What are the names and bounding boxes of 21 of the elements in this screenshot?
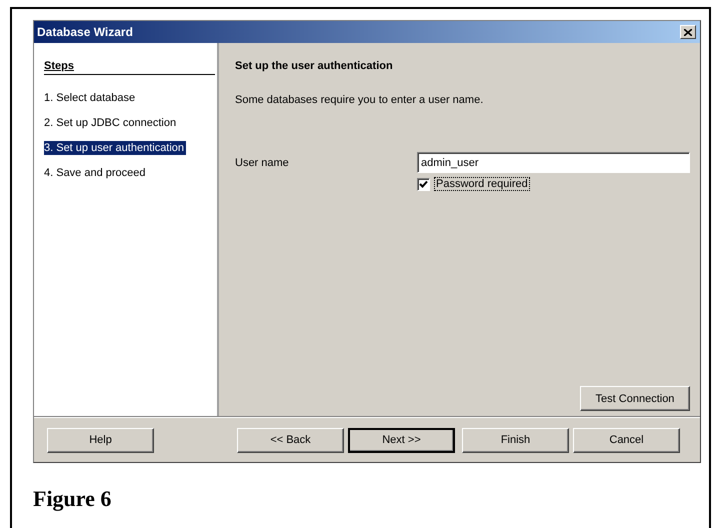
step-item[interactable]: 4. Save and proceed <box>44 166 148 180</box>
dialog-button[interactable]: Next >> <box>348 428 455 452</box>
close-icon <box>684 28 692 36</box>
page-heading: Set up the user authentication <box>235 60 394 72</box>
test-connection-button[interactable]: Test Connection <box>580 386 690 411</box>
checkbox[interactable] <box>417 178 430 190</box>
page-description: Some databases require you to enter a user name. <box>235 94 484 106</box>
window-title: Database Wizard <box>37 25 133 39</box>
step-item[interactable]: 3. Set up user authentication <box>44 141 186 155</box>
dialog-button[interactable]: << Back <box>237 428 344 452</box>
dialog-button[interactable]: Help <box>47 428 154 452</box>
step-item[interactable]: 1. Select database <box>44 91 138 105</box>
close-button[interactable] <box>680 25 696 39</box>
dialog-button[interactable]: Cancel <box>573 428 680 452</box>
figure-caption: Figure 6 <box>33 486 112 512</box>
checkbox-label: Password required <box>434 177 530 191</box>
dialog-button[interactable]: Finish <box>462 428 569 452</box>
user-name-field[interactable]: admin_user <box>417 152 690 173</box>
steps-heading: Steps <box>44 60 215 75</box>
step-item[interactable]: 2. Set up JDBC connection <box>44 116 178 130</box>
field-label: User name <box>235 156 290 168</box>
